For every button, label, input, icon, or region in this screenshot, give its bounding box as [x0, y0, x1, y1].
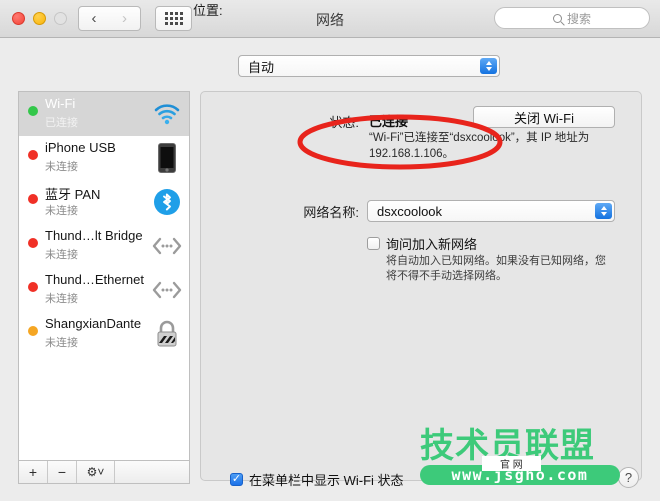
- chevron-updown-icon: [595, 203, 612, 219]
- service-status: 已连接: [45, 117, 78, 129]
- iphone-icon: [151, 142, 183, 174]
- watermark-subtitle: 官 网: [482, 456, 541, 471]
- toggle-wifi-label: 关闭 Wi-Fi: [514, 110, 574, 126]
- service-status: 未连接: [45, 249, 78, 261]
- ask-to-join-label: 询问加入新网络: [386, 237, 478, 252]
- search-icon: [552, 13, 562, 23]
- ask-to-join-checkbox[interactable]: 询问加入新网络: [367, 234, 477, 253]
- wifi-settings-panel: 状态: 已连接 “Wi-Fi”已连接至“dsxcoolook”，其 IP 地址为…: [200, 91, 642, 481]
- vpn-lock-icon: [151, 318, 183, 350]
- status-value: 已连接: [369, 114, 409, 129]
- wifi-icon: [151, 98, 183, 130]
- checkbox-box: [367, 237, 380, 250]
- service-row-thunderbolt-ethernet[interactable]: Thund…Ethernet 未连接: [19, 268, 189, 312]
- ask-to-join-description: 将自动加入已知网络。如果没有已知网络，您将不得不手动选择网络。: [386, 255, 606, 282]
- service-row-bluetooth-pan[interactable]: 蓝牙 PAN 未连接: [19, 180, 189, 224]
- network-preferences-window: ‹ › 网络 搜索 位置: 自动 Wi-Fi 已连接 iPhone USB 未连…: [0, 0, 660, 501]
- network-name-value: dsxcoolook: [377, 203, 443, 219]
- thunderbolt-ethernet-icon: [151, 274, 183, 306]
- status-dot: [28, 106, 38, 116]
- location-value: 自动: [248, 59, 275, 75]
- service-name: 蓝牙 PAN: [45, 187, 101, 202]
- service-status: 未连接: [45, 161, 78, 173]
- service-name: Thund…lt Bridge: [45, 228, 143, 243]
- question-mark-icon: ?: [624, 470, 633, 485]
- checkbox-box: [230, 473, 243, 486]
- thunderbolt-bridge-icon: [151, 230, 183, 262]
- service-row-shangxiandante[interactable]: ShangxianDante 未连接: [19, 312, 189, 356]
- remove-service-button[interactable]: −: [48, 461, 77, 483]
- location-label: 位置:: [193, 3, 223, 18]
- service-status: 未连接: [45, 337, 78, 349]
- gear-icon: ⚙︎˅: [86, 465, 105, 479]
- chevron-updown-icon: [480, 58, 497, 74]
- add-service-button[interactable]: +: [19, 461, 48, 483]
- status-dot: [28, 150, 38, 160]
- service-row-thunderbolt-bridge[interactable]: Thund…lt Bridge 未连接: [19, 224, 189, 268]
- network-services-list[interactable]: Wi-Fi 已连接 iPhone USB 未连接 蓝牙 PAN 未连接 Thun…: [18, 91, 190, 461]
- service-name: iPhone USB: [45, 140, 116, 155]
- service-row-wifi[interactable]: Wi-Fi 已连接: [19, 92, 189, 136]
- status-detail: “Wi-Fi”已连接至“dsxcoolook”，其 IP 地址为 192.168…: [369, 132, 590, 160]
- service-actions-button[interactable]: ⚙︎˅: [77, 461, 115, 483]
- status-dot: [28, 194, 38, 204]
- services-toolbar: + − ⚙︎˅: [18, 461, 190, 484]
- show-wifi-in-menubar-label: 在菜单栏中显示 Wi-Fi 状态: [249, 473, 404, 488]
- service-name: Thund…Ethernet: [45, 272, 145, 287]
- location-select[interactable]: 自动: [238, 55, 500, 77]
- status-label: 状态:: [329, 115, 359, 130]
- watermark: 技术员联盟 官 网 www.jsgho.com: [420, 428, 620, 490]
- network-name-select[interactable]: dsxcoolook: [367, 200, 615, 222]
- search-input[interactable]: 搜索: [494, 7, 650, 29]
- help-button[interactable]: ?: [618, 467, 639, 488]
- service-status: 未连接: [45, 293, 78, 305]
- toggle-wifi-button[interactable]: 关闭 Wi-Fi: [473, 106, 615, 128]
- status-dot: [28, 326, 38, 336]
- service-status: 未连接: [45, 205, 78, 217]
- window-titlebar: ‹ › 网络 搜索: [0, 0, 660, 38]
- service-row-iphone-usb[interactable]: iPhone USB 未连接: [19, 136, 189, 180]
- show-wifi-in-menubar-checkbox[interactable]: 在菜单栏中显示 Wi-Fi 状态: [230, 470, 404, 489]
- service-name: ShangxianDante: [45, 316, 142, 331]
- network-name-label: 网络名称:: [303, 205, 359, 220]
- search-placeholder: 搜索: [566, 11, 591, 26]
- status-dot: [28, 282, 38, 292]
- service-name: Wi-Fi: [45, 96, 76, 111]
- status-dot: [28, 238, 38, 248]
- bluetooth-icon: [151, 186, 183, 218]
